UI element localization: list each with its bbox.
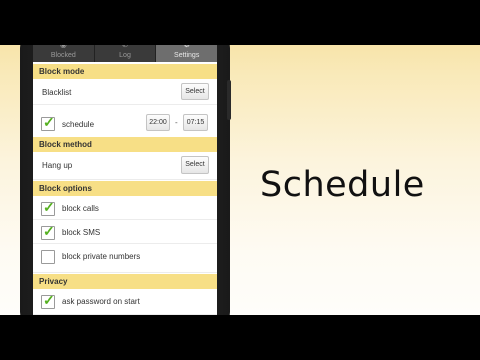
block-mode-row[interactable]: Blacklist Select [33,79,217,105]
option-row-block-sms: ✓ block SMS [33,220,217,244]
end-time-button[interactable]: 07:15 [183,114,208,131]
block-sms-label: block SMS [62,228,101,237]
block-mode-select-button[interactable]: Select [181,83,209,100]
schedule-row: ✓ schedule 22:00 - 07:15 [33,106,217,141]
option-row-ask-password: ✓ ask password on start [33,289,217,315]
section-header-block-mode: Block mode [33,64,217,79]
tab-blocked[interactable]: ◉ Blocked [33,45,95,62]
section-header-block-method: Block method [33,137,217,152]
letterbox-top [0,0,480,45]
tab-label: Log [119,52,131,59]
tab-label: Blocked [50,52,76,59]
schedule-label: schedule [62,120,95,129]
block-method-select-button[interactable]: Select [181,156,209,174]
start-time-button[interactable]: 22:00 [146,114,170,131]
section-header-block-options: Block options [33,181,217,196]
block-method-row[interactable]: Hang up Select [33,152,217,180]
tab-settings[interactable]: ⚙ Settings [156,45,217,62]
block-method-value: Hang up [42,161,73,170]
shield-icon: ◉ [58,45,68,49]
schedule-checkbox[interactable]: ✓ [41,114,55,131]
ask-password-label: ask password on start [62,297,140,306]
tab-log[interactable]: ✆ Log [95,45,157,62]
option-row-block-private: block private numbers [33,244,217,273]
section-header-privacy: Privacy [33,274,217,289]
phone-screen: ◉ Blocked ✆ Log ⚙ Settings Block mode Bl… [33,45,217,315]
tab-label: Settings [174,52,200,59]
check-icon: ✓ [43,223,55,239]
block-sms-checkbox[interactable]: ✓ [41,223,55,240]
tab-bar: ◉ Blocked ✆ Log ⚙ Settings [33,45,217,62]
phone-icon: ✆ [120,45,130,49]
block-private-label: block private numbers [62,252,141,261]
gear-icon: ⚙ [182,45,192,49]
phone-side-button [227,80,231,120]
ask-password-checkbox[interactable]: ✓ [41,292,55,309]
headline-text: Schedule [260,165,425,205]
block-calls-checkbox[interactable]: ✓ [41,199,55,216]
block-calls-label: block calls [62,204,99,213]
letterbox-bottom [0,315,480,360]
block-private-checkbox[interactable] [41,250,55,264]
block-mode-value: Blacklist [42,88,72,97]
check-icon: ✓ [43,114,55,130]
time-separator: - [175,118,178,127]
check-icon: ✓ [43,292,55,308]
video-frame: ◉ Blocked ✆ Log ⚙ Settings Block mode Bl… [0,0,480,360]
option-row-block-calls: ✓ block calls [33,196,217,220]
check-icon: ✓ [43,199,55,215]
